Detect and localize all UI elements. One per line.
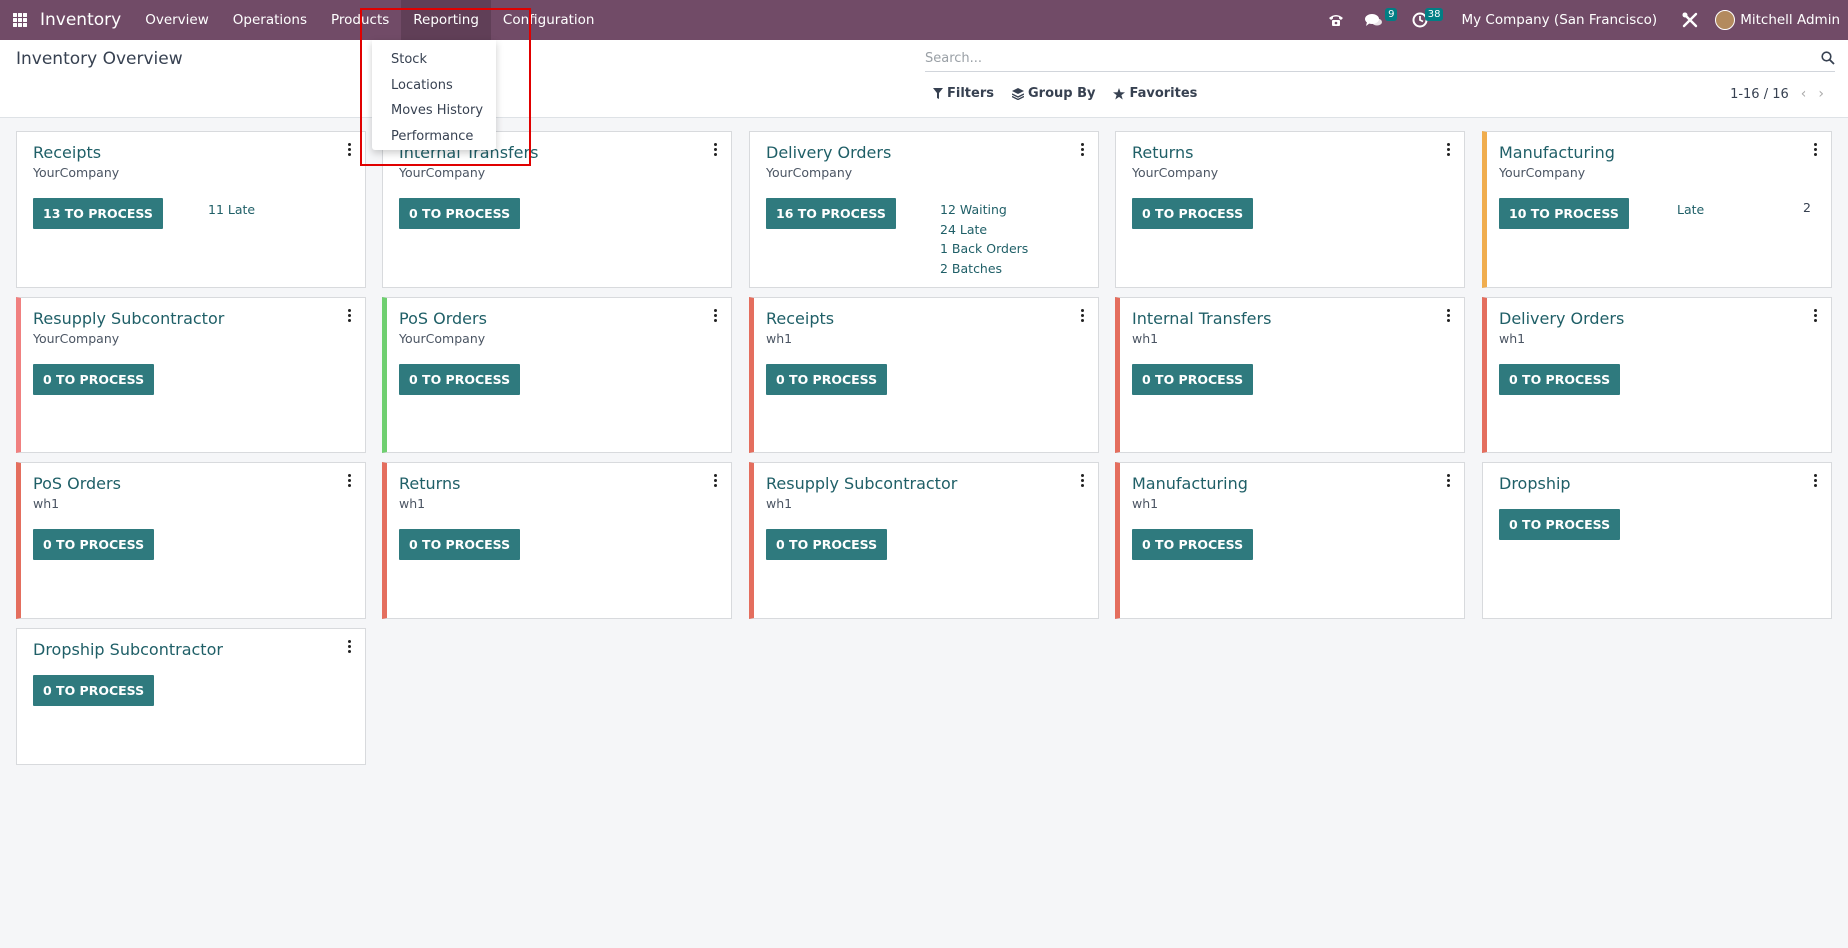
kebab-menu-icon[interactable]	[1081, 474, 1084, 487]
card-subtitle: wh1	[33, 496, 60, 511]
menu-item-moves-history[interactable]: Moves History	[372, 98, 496, 124]
to-process-button[interactable]: 0 TO PROCESS	[399, 364, 521, 395]
menu-item-stock[interactable]: Stock	[372, 47, 496, 73]
to-process-button[interactable]: 0 TO PROCESS	[766, 364, 888, 395]
card-title[interactable]: Manufacturing	[1499, 143, 1615, 162]
kanban-view: Receipts YourCompany 13 TO PROCESS 11 La…	[0, 0, 1848, 948]
reporting-dropdown: Stock Locations Moves History Performanc…	[372, 40, 496, 150]
card-internal-transfers-wh1[interactable]: Internal Transfers wh1 0 TO PROCESS	[1115, 297, 1465, 453]
to-process-button[interactable]: 16 TO PROCESS	[766, 198, 896, 229]
card-title[interactable]: Returns	[399, 474, 460, 493]
menu-item-locations[interactable]: Locations	[372, 73, 496, 99]
card-title[interactable]: Dropship	[1499, 474, 1571, 493]
to-process-button[interactable]: 0 TO PROCESS	[1132, 364, 1254, 395]
card-title[interactable]: Resupply Subcontractor	[766, 474, 957, 493]
card-internal-transfers-yourcompany[interactable]: Internal Transfers YourCompany 0 TO PROC…	[382, 131, 732, 288]
card-pos-orders-wh1[interactable]: PoS Orders wh1 0 TO PROCESS	[16, 462, 366, 619]
to-process-button[interactable]: 10 TO PROCESS	[1499, 198, 1629, 229]
to-process-button[interactable]: 0 TO PROCESS	[399, 198, 521, 229]
kebab-menu-icon[interactable]	[1814, 309, 1817, 322]
card-pos-orders-yourcompany[interactable]: PoS Orders YourCompany 0 TO PROCESS	[382, 297, 732, 453]
card-subtitle: wh1	[766, 496, 793, 511]
late-link[interactable]: 24 Late	[940, 220, 1028, 240]
card-subtitle: YourCompany	[1132, 165, 1219, 180]
card-manufacturing-yourcompany[interactable]: Manufacturing YourCompany 10 TO PROCESS …	[1482, 131, 1832, 288]
kebab-menu-icon[interactable]	[1081, 143, 1084, 156]
to-process-button[interactable]: 0 TO PROCESS	[33, 529, 155, 560]
late-count: 2	[1803, 200, 1811, 215]
card-title[interactable]: Returns	[1132, 143, 1193, 162]
to-process-button[interactable]: 0 TO PROCESS	[766, 529, 888, 560]
card-dropship[interactable]: Dropship 0 TO PROCESS	[1482, 462, 1832, 619]
card-receipts-wh1[interactable]: Receipts wh1 0 TO PROCESS	[749, 297, 1099, 453]
kebab-menu-icon[interactable]	[1081, 309, 1084, 322]
to-process-button[interactable]: 0 TO PROCESS	[33, 675, 155, 706]
card-title[interactable]: Resupply Subcontractor	[33, 309, 224, 328]
card-subtitle: wh1	[1132, 496, 1159, 511]
card-title[interactable]: Dropship Subcontractor	[33, 640, 223, 659]
card-returns-yourcompany[interactable]: Returns YourCompany 0 TO PROCESS	[1115, 131, 1465, 288]
card-subtitle: wh1	[766, 331, 793, 346]
card-dropship-subcontractor[interactable]: Dropship Subcontractor 0 TO PROCESS	[16, 628, 366, 765]
card-title[interactable]: PoS Orders	[399, 309, 487, 328]
kebab-menu-icon[interactable]	[348, 474, 351, 487]
kebab-menu-icon[interactable]	[348, 640, 351, 653]
kebab-menu-icon[interactable]	[1447, 309, 1450, 322]
kebab-menu-icon[interactable]	[714, 143, 717, 156]
to-process-button[interactable]: 0 TO PROCESS	[1499, 509, 1621, 540]
kebab-menu-icon[interactable]	[1447, 474, 1450, 487]
card-title[interactable]: Receipts	[33, 143, 101, 162]
card-resupply-subcontractor-yourcompany[interactable]: Resupply Subcontractor YourCompany 0 TO …	[16, 297, 366, 453]
card-returns-wh1[interactable]: Returns wh1 0 TO PROCESS	[382, 462, 732, 619]
card-subtitle: YourCompany	[399, 331, 486, 346]
to-process-button[interactable]: 0 TO PROCESS	[1132, 529, 1254, 560]
to-process-button[interactable]: 0 TO PROCESS	[1132, 198, 1254, 229]
kebab-menu-icon[interactable]	[1814, 474, 1817, 487]
card-subtitle: YourCompany	[33, 331, 120, 346]
kebab-menu-icon[interactable]	[714, 474, 717, 487]
menu-item-performance[interactable]: Performance	[372, 124, 496, 150]
to-process-button[interactable]: 0 TO PROCESS	[1499, 364, 1621, 395]
card-receipts-yourcompany[interactable]: Receipts YourCompany 13 TO PROCESS 11 La…	[16, 131, 366, 288]
card-subtitle: wh1	[1499, 331, 1526, 346]
card-title[interactable]: Delivery Orders	[766, 143, 891, 162]
card-title[interactable]: Receipts	[766, 309, 834, 328]
card-subtitle: YourCompany	[766, 165, 853, 180]
card-subtitle: wh1	[399, 496, 426, 511]
card-title[interactable]: PoS Orders	[33, 474, 121, 493]
card-title[interactable]: Delivery Orders	[1499, 309, 1624, 328]
to-process-button[interactable]: 0 TO PROCESS	[399, 529, 521, 560]
kebab-menu-icon[interactable]	[348, 143, 351, 156]
card-subtitle: YourCompany	[1499, 165, 1586, 180]
waiting-link[interactable]: 12 Waiting	[940, 200, 1028, 220]
late-link[interactable]: 11 Late	[208, 200, 255, 220]
card-resupply-subcontractor-wh1[interactable]: Resupply Subcontractor wh1 0 TO PROCESS	[749, 462, 1099, 619]
card-delivery-orders-yourcompany[interactable]: Delivery Orders YourCompany 16 TO PROCES…	[749, 131, 1099, 288]
kebab-menu-icon[interactable]	[714, 309, 717, 322]
late-link[interactable]: Late	[1677, 200, 1704, 220]
card-subtitle: YourCompany	[399, 165, 486, 180]
kebab-menu-icon[interactable]	[1814, 143, 1817, 156]
card-title[interactable]: Internal Transfers	[1132, 309, 1271, 328]
to-process-button[interactable]: 13 TO PROCESS	[33, 198, 163, 229]
card-delivery-orders-wh1[interactable]: Delivery Orders wh1 0 TO PROCESS	[1482, 297, 1832, 453]
batches-link[interactable]: 2 Batches	[940, 259, 1028, 279]
card-manufacturing-wh1[interactable]: Manufacturing wh1 0 TO PROCESS	[1115, 462, 1465, 619]
to-process-button[interactable]: 0 TO PROCESS	[33, 364, 155, 395]
back-orders-link[interactable]: 1 Back Orders	[940, 239, 1028, 259]
kebab-menu-icon[interactable]	[1447, 143, 1450, 156]
card-subtitle: wh1	[1132, 331, 1159, 346]
card-title[interactable]: Manufacturing	[1132, 474, 1248, 493]
kebab-menu-icon[interactable]	[348, 309, 351, 322]
card-subtitle: YourCompany	[33, 165, 120, 180]
